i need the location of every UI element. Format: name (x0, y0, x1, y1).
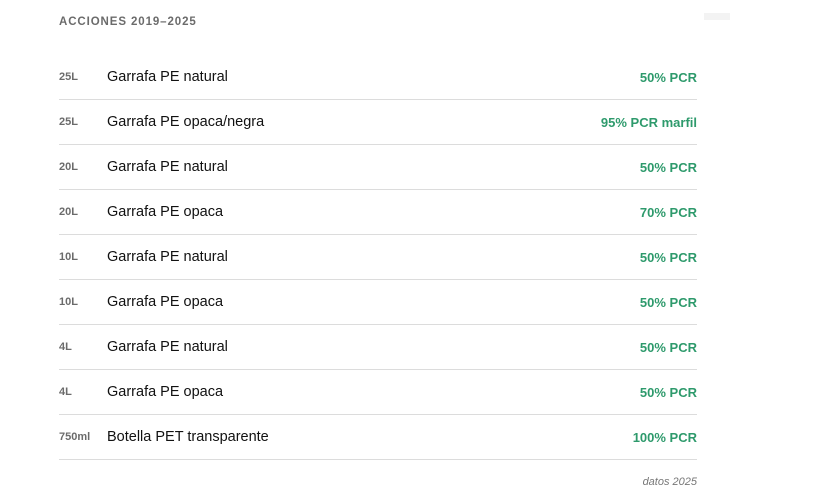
product-name: Garrafa PE natural (107, 159, 228, 175)
table-row: 10L Garrafa PE natural 50% PCR (59, 235, 697, 280)
product-name: Garrafa PE natural (107, 339, 228, 355)
table-row: 20L Garrafa PE opaca 70% PCR (59, 190, 697, 235)
size-label: 20L (59, 161, 78, 173)
table-row: 10L Garrafa PE opaca 50% PCR (59, 280, 697, 325)
size-label: 750ml (59, 431, 91, 443)
table-row: 750ml Botella PET transparente 100% PCR (59, 415, 697, 460)
product-name: Garrafa PE opaca (107, 384, 224, 400)
corner-tab (704, 13, 730, 20)
product-name: Garrafa PE opaca/negra (107, 114, 265, 130)
pcr-value: 50% PCR (639, 384, 697, 400)
size-label: 4L (59, 386, 72, 398)
pcr-value: 50% PCR (639, 339, 697, 355)
size-label: 10L (59, 251, 78, 263)
product-name: Botella PET transparente (107, 429, 269, 445)
pcr-value: 95% PCR marfil (600, 114, 697, 130)
size-label: 25L (59, 71, 78, 83)
products-table: 25L Garrafa PE natural 50% PCR 25L Garra… (59, 55, 697, 460)
product-name: Garrafa PE opaca (107, 294, 224, 310)
section-title: ACCIONES 2019–2025 (59, 16, 197, 28)
pcr-value: 50% PCR (639, 69, 697, 85)
table-row: 4L Garrafa PE opaca 50% PCR (59, 370, 697, 415)
size-label: 25L (59, 116, 78, 128)
size-label: 10L (59, 296, 78, 308)
size-label: 20L (59, 206, 78, 218)
pcr-value: 50% PCR (639, 294, 697, 310)
table-row: 25L Garrafa PE opaca/negra 95% PCR marfi… (59, 100, 697, 145)
product-name: Garrafa PE natural (107, 69, 228, 85)
product-name: Garrafa PE natural (107, 249, 228, 265)
table-row: 4L Garrafa PE natural 50% PCR (59, 325, 697, 370)
pcr-value: 50% PCR (639, 249, 697, 265)
table-row: 20L Garrafa PE natural 50% PCR (59, 145, 697, 190)
product-name: Garrafa PE opaca (107, 204, 224, 220)
pcr-value: 50% PCR (639, 159, 697, 175)
pcr-value: 100% PCR (632, 429, 697, 445)
table-row: 25L Garrafa PE natural 50% PCR (59, 55, 697, 100)
size-label: 4L (59, 341, 72, 353)
pcr-value: 70% PCR (639, 204, 697, 220)
data-footnote: datos 2025 (642, 476, 697, 488)
